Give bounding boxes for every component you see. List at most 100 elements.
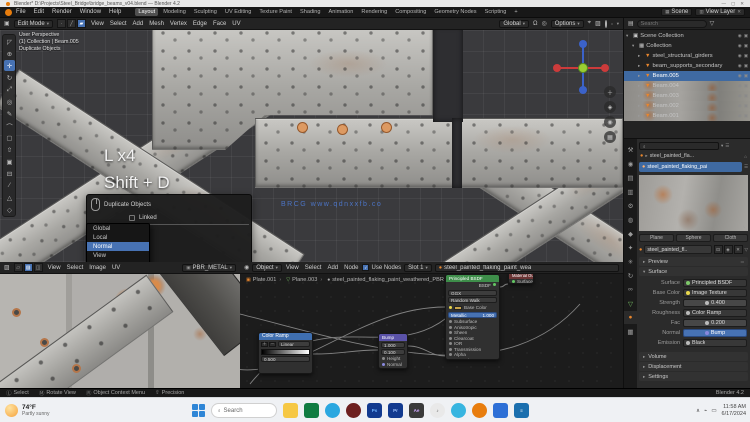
shader-menu-item[interactable]: View bbox=[285, 265, 300, 271]
visibility-icon[interactable]: ◉ bbox=[738, 93, 742, 99]
color-ramp-gradient[interactable] bbox=[261, 349, 310, 355]
properties-search-field[interactable]: ⌕ bbox=[639, 142, 719, 150]
use-nodes-toggle[interactable]: ✓ Use Nodes bbox=[362, 264, 401, 271]
taskbar-app-icon[interactable]: Ps bbox=[367, 403, 382, 418]
properties-tab-icon[interactable]: ✳ bbox=[624, 255, 637, 268]
preview-shape-button[interactable]: Plane bbox=[639, 234, 674, 242]
image-mode-button[interactable]: ▨ bbox=[23, 263, 33, 272]
gizmo-x-handle[interactable] bbox=[601, 64, 609, 72]
tool-button[interactable]: ⊟ bbox=[4, 168, 15, 179]
workspace-tab[interactable]: Texture Paint bbox=[256, 8, 295, 16]
options-dropdown[interactable]: Options ▾ bbox=[550, 19, 584, 28]
shader-editor[interactable]: Color Ramp ＋ － Linear 0.500 Bump 1.000 0… bbox=[240, 262, 623, 388]
remove-stop-button[interactable]: － bbox=[269, 341, 276, 347]
property-value-field[interactable]: 0.200 bbox=[683, 319, 747, 327]
expand-caret-icon[interactable]: ▸ bbox=[638, 113, 643, 119]
tool-button[interactable]: ▣ bbox=[4, 156, 15, 167]
render-visibility-icon[interactable]: ▣ bbox=[744, 83, 748, 89]
clock-widget[interactable]: 11:58 AM 6/17/2024 bbox=[722, 404, 746, 418]
node-title[interactable]: Bump bbox=[379, 334, 407, 341]
tool-button[interactable]: ∕ bbox=[4, 180, 15, 191]
render-visibility-icon[interactable]: ▣ bbox=[744, 53, 748, 59]
taskbar-app-icon[interactable]: ≡ bbox=[514, 403, 529, 418]
node-input-socket[interactable]: Normal bbox=[446, 358, 499, 359]
viewport-menu-item[interactable]: UV bbox=[231, 21, 241, 27]
breadcrumb-item[interactable]: ● steel_painted_flaking_paint_weathered_… bbox=[320, 277, 444, 283]
image-editor[interactable]: ▨ ▱ ▨ ◫ View Select Image UV ▣ PBR_METAL ▾ bbox=[0, 262, 240, 388]
shader-menu-item[interactable]: Select bbox=[304, 265, 323, 271]
chevron-down-icon[interactable]: ▾ bbox=[721, 143, 723, 149]
outliner-row[interactable]: ▸ ▼ Beam.002 ◉ ▣ bbox=[624, 101, 750, 111]
properties-tab-icon[interactable]: ◆ bbox=[624, 227, 637, 240]
expand-caret-icon[interactable]: ▾ bbox=[626, 33, 631, 39]
resize-grip-icon[interactable]: ⋱ bbox=[743, 225, 748, 231]
tool-button[interactable]: ▢ bbox=[4, 132, 15, 143]
outliner-row[interactable]: ▸ ▼ steel_structural_girders ◉ ▣ bbox=[624, 51, 750, 61]
tool-button[interactable]: ⊕ bbox=[4, 48, 15, 59]
visibility-icon[interactable]: ◉ bbox=[738, 63, 742, 69]
gizmo-z-handle[interactable] bbox=[579, 86, 587, 94]
viewport-menu-item[interactable]: Add bbox=[132, 21, 145, 27]
topbar-menu-item[interactable]: File bbox=[15, 9, 27, 15]
workspace-tab[interactable]: Geometry Nodes bbox=[431, 8, 479, 16]
property-value-field[interactable]: Black bbox=[683, 339, 747, 347]
select-mode-button[interactable]: · bbox=[56, 19, 66, 28]
image-mode-button[interactable]: ◫ bbox=[33, 263, 43, 272]
expand-caret-icon[interactable]: ▸ bbox=[638, 103, 643, 109]
select-mode-button[interactable]: ▰ bbox=[76, 19, 86, 28]
topbar-menu-item[interactable]: Window bbox=[79, 9, 102, 15]
slot-selector[interactable]: Slot 1 ▾ bbox=[404, 263, 432, 272]
properties-tab-icon[interactable]: ⚙ bbox=[624, 199, 637, 212]
viewport-menu-item[interactable]: Select bbox=[109, 21, 128, 27]
viewport-menu-item[interactable]: Mesh bbox=[148, 21, 165, 27]
drag-handle-icon[interactable]: ═ bbox=[741, 259, 744, 264]
image-menu-item[interactable]: Select bbox=[66, 265, 85, 271]
tray-icon[interactable]: ▭ bbox=[711, 408, 716, 414]
taskbar-app-icon[interactable] bbox=[472, 403, 487, 418]
taskbar-app-icon[interactable] bbox=[283, 403, 298, 418]
start-button[interactable] bbox=[192, 404, 205, 417]
properties-tab-icon[interactable]: ▤ bbox=[624, 171, 637, 184]
collapsed-section-header[interactable]: ▸ Displacement bbox=[639, 362, 748, 371]
viewport-menu-item[interactable]: View bbox=[90, 21, 105, 27]
expand-caret-icon[interactable]: ▾ bbox=[632, 43, 637, 49]
material-breadcrumb-name[interactable]: steel_painted_fla... bbox=[650, 153, 743, 159]
visibility-icon[interactable]: ◉ bbox=[738, 53, 742, 59]
material-shading-button[interactable] bbox=[610, 22, 613, 25]
image-menu-item[interactable]: View bbox=[47, 265, 62, 271]
gizmo-toggle-icon[interactable]: ⌖ bbox=[588, 20, 591, 27]
properties-tab-icon[interactable]: ↻ bbox=[624, 269, 637, 282]
image-menu-item[interactable]: UV bbox=[111, 265, 121, 271]
render-visibility-icon[interactable]: ▣ bbox=[744, 113, 748, 119]
property-value-field[interactable]: Image Texture bbox=[683, 289, 747, 297]
tool-button[interactable]: ↻ bbox=[4, 72, 15, 83]
preview-section-header[interactable]: ▸ Preview ═ bbox=[639, 257, 748, 266]
weather-widget[interactable]: 74°F Partly sunny bbox=[5, 398, 50, 422]
viewport-menu-item[interactable]: Face bbox=[212, 21, 227, 27]
gizmo-x-handle[interactable] bbox=[553, 64, 561, 72]
shader-menu-item[interactable]: Add bbox=[326, 265, 339, 271]
gizmo-center-handle[interactable] bbox=[578, 63, 588, 73]
collapsed-section-header[interactable]: ▸ Settings bbox=[639, 372, 748, 381]
workspace-tab[interactable]: Modeling bbox=[160, 8, 189, 16]
dropdown-option[interactable]: Local bbox=[87, 233, 149, 242]
properties-tab-icon[interactable]: ◉ bbox=[624, 157, 637, 170]
collapsed-section-header[interactable]: ▸ Volume bbox=[639, 352, 748, 361]
taskbar-app-icon[interactable] bbox=[304, 403, 319, 418]
outliner-search-input[interactable] bbox=[636, 19, 707, 28]
pan-nav-button[interactable]: ◈ bbox=[604, 101, 616, 113]
gizmo-z-handle[interactable] bbox=[579, 40, 587, 48]
outliner-row[interactable]: ▸ ▼ beam_supports_secondary ◉ ▣ bbox=[624, 61, 750, 71]
node-input-socket[interactable]: Normal bbox=[379, 362, 407, 368]
select-mode-button[interactable]: ╱ bbox=[66, 19, 76, 28]
render-visibility-icon[interactable]: ▣ bbox=[744, 73, 748, 79]
viewport-menu-item[interactable]: Edge bbox=[192, 21, 208, 27]
scene-selector[interactable]: ▦ Scene bbox=[661, 8, 693, 16]
tool-button[interactable]: ◎ bbox=[4, 96, 15, 107]
viewport-scene[interactable]: User Perspective (1) Collection | Beam.0… bbox=[0, 30, 623, 262]
outliner-row[interactable]: ▾ ▣ Scene Collection ◉ ▣ bbox=[624, 31, 750, 41]
property-value-field[interactable]: Color Ramp bbox=[683, 309, 747, 317]
filter-funnel-icon[interactable]: ▽ bbox=[745, 247, 748, 253]
datablock-action-button[interactable]: ◈ bbox=[723, 245, 733, 254]
outliner-row[interactable]: ▸ ▼ Beam.003 ◉ ▣ bbox=[624, 91, 750, 101]
